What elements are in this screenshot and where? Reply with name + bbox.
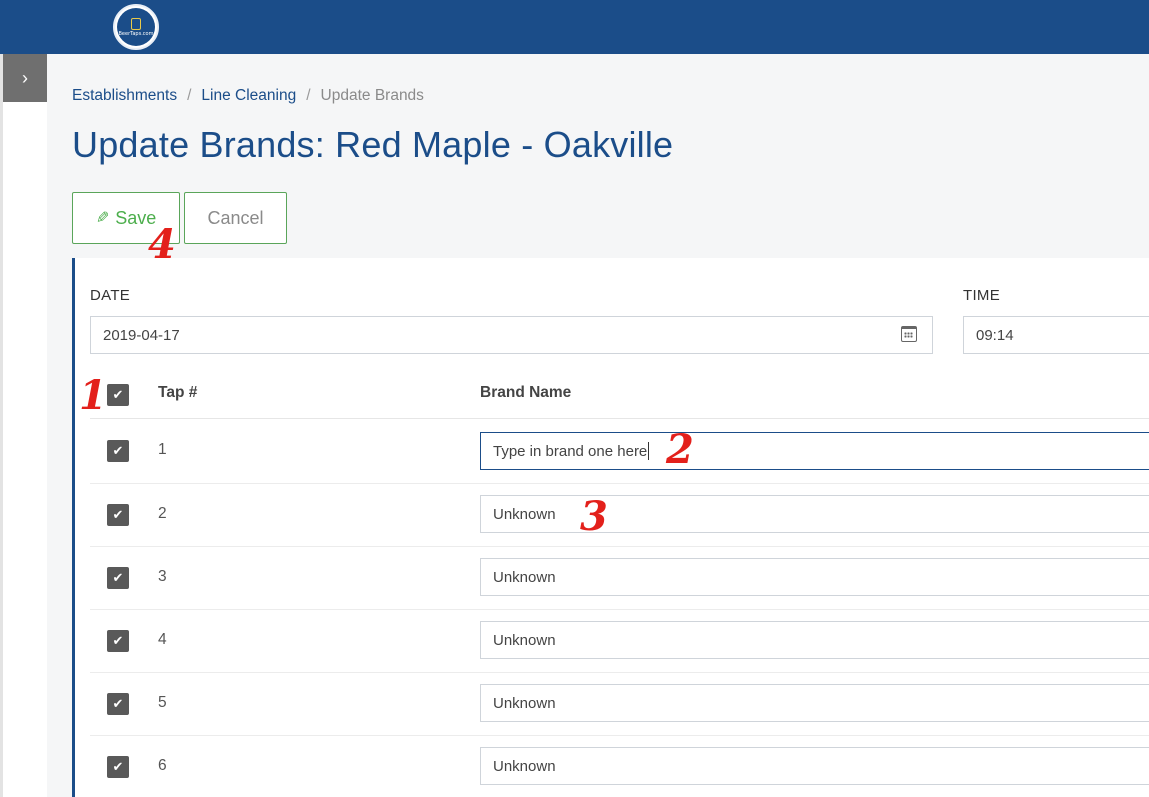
breadcrumb-current: Update Brands xyxy=(320,87,424,104)
cancel-button[interactable]: Cancel xyxy=(184,192,287,244)
breadcrumb-establishments[interactable]: Establishments xyxy=(72,87,177,105)
date-label: DATE xyxy=(90,287,131,304)
brand-input-5[interactable]: Unknown xyxy=(480,684,1149,722)
brand-value-6: Unknown xyxy=(493,757,556,775)
brand-input-6[interactable]: Unknown xyxy=(480,747,1149,785)
row-checkbox-3[interactable]: ✔ xyxy=(107,567,129,589)
date-input[interactable]: 2019-04-17 xyxy=(90,316,933,354)
time-input[interactable]: 09:14 xyxy=(963,316,1149,354)
tap-number-4: 4 xyxy=(158,631,167,648)
check-icon: ✔ xyxy=(112,759,124,774)
calendar-icon[interactable] xyxy=(901,326,917,342)
column-header-brand: Brand Name xyxy=(480,384,572,401)
tap-number-6: 6 xyxy=(158,757,167,774)
brand-input-3[interactable]: Unknown xyxy=(480,558,1149,596)
select-all-checkbox[interactable]: ✔ xyxy=(107,384,129,406)
breadcrumb-line-cleaning[interactable]: Line Cleaning xyxy=(201,87,296,105)
row-checkbox-6[interactable]: ✔ xyxy=(107,756,129,778)
row-divider xyxy=(90,546,1149,547)
brand-value-1: Type in brand one here xyxy=(493,442,648,460)
text-cursor xyxy=(648,442,650,460)
annotation-number-1: 1 xyxy=(79,372,107,419)
check-icon: ✔ xyxy=(112,696,124,711)
brand-input-4[interactable]: Unknown xyxy=(480,621,1149,659)
tap-number-2: 2 xyxy=(158,505,167,522)
chevron-right-icon: › xyxy=(22,67,28,88)
cancel-button-label: Cancel xyxy=(207,207,264,228)
check-icon: ✔ xyxy=(112,507,124,522)
beer-tap-icon xyxy=(131,17,141,30)
row-checkbox-1[interactable]: ✔ xyxy=(107,440,129,462)
tap-number-1: 1 xyxy=(158,441,167,458)
breadcrumb: Establishments / Line Cleaning / Update … xyxy=(72,87,424,105)
annotation-number-4: 4 xyxy=(148,221,176,268)
brand-value-3: Unknown xyxy=(493,568,556,586)
page-title: Update Brands: Red Maple - Oakville xyxy=(72,124,674,165)
check-icon: ✔ xyxy=(112,443,124,458)
pencil-icon: ✎ xyxy=(95,210,110,227)
tap-number-5: 5 xyxy=(158,694,167,711)
row-checkbox-5[interactable]: ✔ xyxy=(107,693,129,715)
left-strip xyxy=(0,54,3,797)
time-value: 09:14 xyxy=(976,326,1014,344)
check-icon: ✔ xyxy=(112,633,124,648)
brand-value-4: Unknown xyxy=(493,631,556,649)
top-navbar: BeerTaps.com xyxy=(0,0,1149,54)
row-divider xyxy=(90,735,1149,736)
check-icon: ✔ xyxy=(112,387,124,402)
logo[interactable]: BeerTaps.com xyxy=(113,4,159,50)
time-label: TIME xyxy=(963,287,1001,304)
table-header-divider xyxy=(90,418,1149,419)
row-divider xyxy=(90,609,1149,610)
brand-value-2: Unknown xyxy=(493,505,556,523)
date-value: 2019-04-17 xyxy=(103,326,180,344)
row-divider xyxy=(90,672,1149,673)
row-checkbox-2[interactable]: ✔ xyxy=(107,504,129,526)
brand-value-5: Unknown xyxy=(493,694,556,712)
breadcrumb-separator: / xyxy=(187,87,192,104)
annotation-number-3: 3 xyxy=(580,493,608,540)
brand-input-1[interactable]: Type in brand one here xyxy=(480,432,1149,470)
check-icon: ✔ xyxy=(112,570,124,585)
tap-number-3: 3 xyxy=(158,568,167,585)
row-divider xyxy=(90,483,1149,484)
logo-text: BeerTaps.com xyxy=(118,30,154,37)
sidebar-toggle-button[interactable]: › xyxy=(3,54,47,102)
logo-badge: BeerTaps.com xyxy=(117,8,155,46)
column-header-tap: Tap # xyxy=(158,384,198,401)
breadcrumb-separator: / xyxy=(306,87,311,104)
row-checkbox-4[interactable]: ✔ xyxy=(107,630,129,652)
annotation-number-2: 2 xyxy=(666,426,694,473)
